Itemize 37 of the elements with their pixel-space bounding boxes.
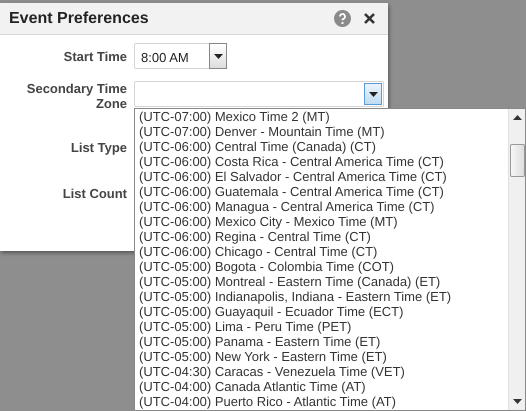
dropdown-option[interactable]: (UTC-05:00) Bogota - Colombia Time (COT) bbox=[139, 259, 508, 274]
dropdown-option[interactable]: (UTC-06:00) Managua - Central America Time (CT) bbox=[139, 199, 508, 214]
field-label: Secondary Time Zone bbox=[26, 81, 127, 111]
dropdown-option[interactable]: (UTC-04:00) Puerto Rico - Atlantic Time (AT) bbox=[139, 394, 508, 409]
field-label: List Count bbox=[62, 185, 127, 201]
dropdown-option[interactable]: (UTC-06:00) Regina - Central Time (CT) bbox=[139, 229, 508, 244]
dropdown-option[interactable]: (UTC-06:00) Chicago - Central Time (CT) bbox=[139, 244, 508, 259]
dropdown-option[interactable]: (UTC-06:00) El Salvador - Central America Time (CT) bbox=[139, 169, 508, 184]
dropdown-option[interactable]: (UTC-04:30) Caracas - Venezuela Time (VET) bbox=[139, 364, 508, 379]
scroll-up-icon[interactable] bbox=[512, 115, 522, 121]
scroll-thumb[interactable] bbox=[510, 144, 524, 177]
dropdown-option[interactable]: (UTC-06:00) Guatemala - Central America Time (CT) bbox=[139, 184, 508, 199]
dropdown-option[interactable]: (UTC-06:00) Mexico City - Mexico Time (MT) bbox=[139, 214, 508, 229]
scroll-down-icon[interactable] bbox=[512, 398, 522, 404]
dropdown-field[interactable]: 8:00 AM bbox=[134, 43, 227, 69]
dropdown-option[interactable]: (UTC-05:00) Montreal - Eastern Time (Canada) (ET) bbox=[139, 274, 508, 289]
dropdown-option[interactable]: (UTC-05:00) New York - Eastern Time (ET) bbox=[139, 349, 508, 364]
dropdown-option[interactable]: (UTC-06:00) Central Time (Canada) (CT) bbox=[139, 139, 508, 154]
dropdown-option[interactable]: (UTC-07:00) Denver - Mountain Time (MT) bbox=[139, 124, 508, 139]
dropdown-field[interactable] bbox=[134, 81, 384, 107]
scrollbar[interactable] bbox=[508, 109, 525, 410]
dropdown-option[interactable]: (UTC-05:00) Guayaquil - Ecuador Time (ECT) bbox=[139, 304, 508, 319]
caret-icon bbox=[368, 92, 378, 96]
dropdown-option[interactable]: (UTC-07:00) Mexico Time 2 (MT) bbox=[139, 109, 508, 124]
dropdown-button[interactable] bbox=[364, 83, 382, 105]
field-label: List Type bbox=[70, 139, 127, 155]
field-label: Start Time bbox=[62, 48, 127, 64]
help-icon[interactable] bbox=[334, 10, 351, 27]
dropdown-option[interactable]: (UTC-05:00) Panama - Eastern Time (ET) bbox=[139, 334, 508, 349]
caret-icon bbox=[214, 54, 222, 58]
close-icon[interactable] bbox=[363, 12, 376, 25]
dropdown-option[interactable]: (UTC-06:00) Costa Rica - Central America Time (CT) bbox=[139, 154, 508, 169]
dropdown-button[interactable] bbox=[209, 43, 227, 69]
dropdown-option[interactable]: (UTC-05:00) Lima - Peru Time (PET) bbox=[139, 319, 508, 334]
dialog-title: Event Preferences bbox=[9, 10, 149, 28]
dropdown-option[interactable]: (UTC-04:00) Canada Atlantic Time (AT) bbox=[139, 379, 508, 394]
dropdown-option[interactable]: (UTC-05:00) Indianapolis, Indiana - Eastern Time (ET) bbox=[139, 289, 508, 304]
